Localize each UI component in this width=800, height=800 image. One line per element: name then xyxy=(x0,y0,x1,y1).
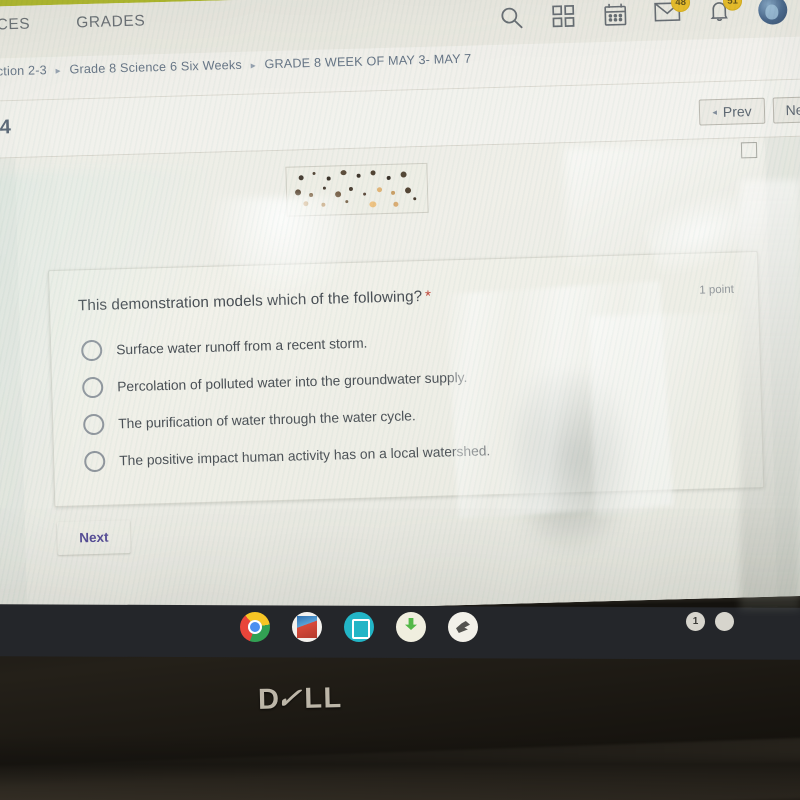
search-icon[interactable] xyxy=(498,4,525,31)
status-indicator-2[interactable] xyxy=(715,612,734,631)
question-label: This demonstration models which of the f… xyxy=(77,288,423,315)
answer-option-label: The purification of water through the wa… xyxy=(118,408,416,432)
form-next-button[interactable]: Next xyxy=(56,520,131,556)
radio-button-icon[interactable] xyxy=(83,450,106,473)
form-content-area: This demonstration models which of the f… xyxy=(0,135,800,619)
laptop-screen: SOURCES GRADES 48 51 Section 2-3 ▸ Grade… xyxy=(0,0,800,619)
laptop-photo: D✓LL SOURCES GRADES 48 51 Section 2-3 ▸ … xyxy=(0,0,800,800)
radio-button-icon[interactable] xyxy=(81,376,104,399)
apps-grid-icon[interactable] xyxy=(550,2,577,29)
notifications-bell-icon[interactable]: 51 xyxy=(706,0,743,25)
status-indicator-1[interactable]: 1 xyxy=(686,612,705,631)
breadcrumb-separator-icon: ▸ xyxy=(250,60,257,72)
photos-app-icon[interactable] xyxy=(292,612,322,642)
mail-badge-count: 48 xyxy=(670,0,691,12)
required-marker: * xyxy=(424,287,432,305)
radio-button-icon[interactable] xyxy=(82,413,105,436)
prev-button[interactable]: ◂ Prev xyxy=(699,97,766,126)
system-tray: 1 xyxy=(686,612,734,631)
pager-controls: ◂ Prev Next ▸ xyxy=(699,95,800,126)
deck-shadow xyxy=(0,735,800,800)
taskbar-icons xyxy=(240,612,478,642)
next-button[interactable]: Next ▸ xyxy=(772,95,800,124)
download-icon[interactable] xyxy=(396,612,426,642)
answer-option-label: Percolation of polluted water into the g… xyxy=(117,369,468,395)
mail-icon[interactable]: 48 xyxy=(654,0,691,26)
nav-tab-resources[interactable]: SOURCES xyxy=(0,16,31,36)
prev-button-label: Prev xyxy=(722,103,752,120)
next-button-label: Next xyxy=(785,101,800,119)
dell-brand-logo: D✓LL xyxy=(257,682,344,716)
chrome-icon[interactable] xyxy=(240,612,270,642)
answer-options-list: Surface water runoff from a recent storm… xyxy=(80,315,743,481)
form-sheet: This demonstration models which of the f… xyxy=(15,137,778,617)
points-label: 1 point xyxy=(699,283,734,297)
expand-icon[interactable] xyxy=(740,141,758,159)
demonstration-photo-particles xyxy=(285,162,429,217)
nav-tab-grades[interactable]: GRADES xyxy=(76,12,146,32)
answer-option-label: Surface water runoff from a recent storm… xyxy=(116,335,368,358)
question-card: This demonstration models which of the f… xyxy=(48,250,765,508)
calendar-icon[interactable] xyxy=(602,1,629,28)
chevron-left-icon: ◂ xyxy=(712,106,718,117)
breadcrumb-separator-icon: ▸ xyxy=(55,65,61,77)
user-avatar[interactable] xyxy=(757,0,788,25)
tasks-clipboard-icon[interactable] xyxy=(344,612,374,642)
radio-button-icon[interactable] xyxy=(80,339,103,362)
page-title: 5.3 / 5.4 xyxy=(0,116,12,140)
sketch-app-icon[interactable] xyxy=(448,612,478,642)
answer-option-label: The positive impact human activity has o… xyxy=(119,443,491,469)
question-text: This demonstration models which of the f… xyxy=(78,288,432,315)
